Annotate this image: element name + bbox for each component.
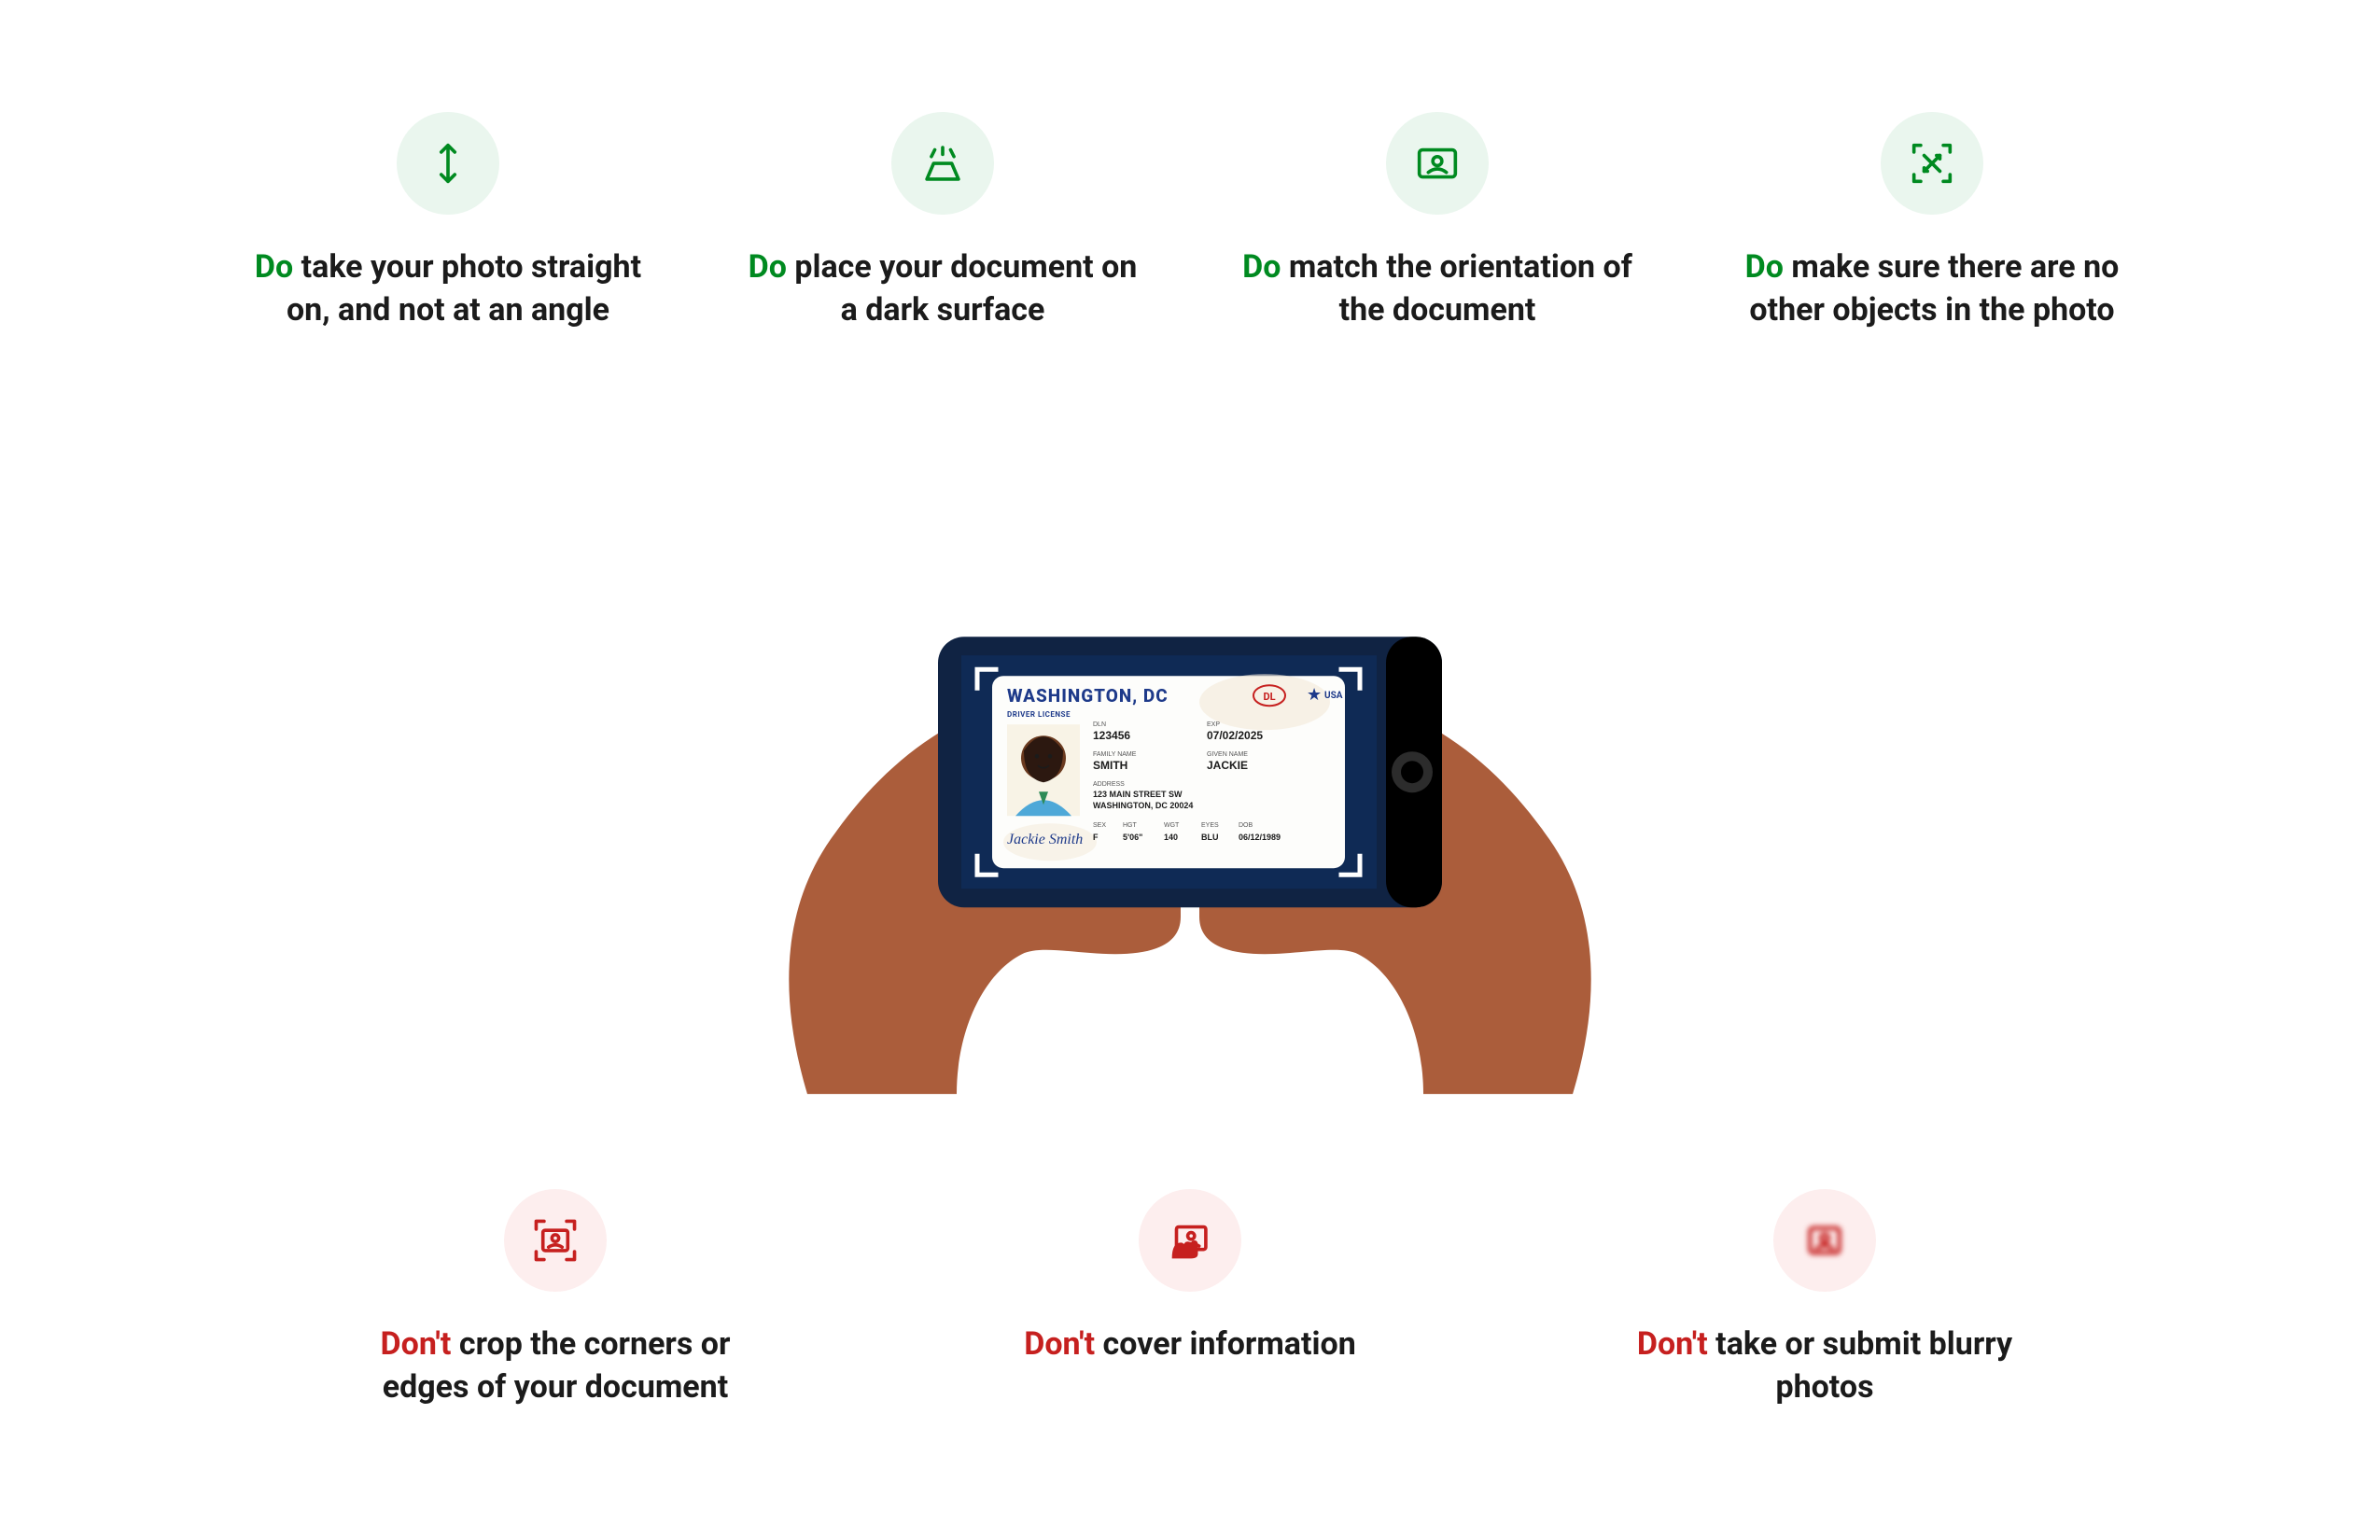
id-eyes: BLU [1201, 833, 1219, 842]
straight-on-icon [397, 112, 499, 215]
phone-icon: WASHINGTON, DC DL ★ USA DRIVER LICENSE [938, 637, 1442, 907]
tip-text: Don't cover information [994, 1323, 1386, 1366]
id-wgt: 140 [1164, 833, 1178, 842]
id-signature: Jackie Smith [1007, 832, 1083, 847]
id-hgt: 5'06" [1123, 833, 1142, 842]
tip-do-straight-on: Do take your photo straight on, and not … [252, 112, 644, 332]
dont-tips-row: Don't crop the corners or edges of your … [0, 1189, 2380, 1409]
tip-do-orientation: Do match the orientation of the document [1241, 112, 1633, 332]
tip-dont-blurry: Don't take or submit blurry photos [1629, 1189, 2021, 1409]
id-sex: F [1093, 833, 1099, 842]
cover-icon [1139, 1189, 1241, 1292]
svg-text:EYES: EYES [1201, 822, 1219, 829]
no-objects-icon [1881, 112, 1983, 215]
svg-text:HGT: HGT [1123, 822, 1138, 829]
tip-do-no-objects: Do make sure there are no other objects … [1736, 112, 2128, 332]
tip-text: Don't take or submit blurry photos [1629, 1323, 2021, 1409]
svg-text:EXP: EXP [1207, 721, 1220, 728]
id-given: JACKIE [1207, 759, 1248, 772]
id-badge: DL [1263, 691, 1275, 703]
tip-text: Don't crop the corners or edges of your … [359, 1323, 751, 1409]
tip-do-dark-surface: Do place your document on a dark surface [747, 112, 1139, 332]
phone-id-illustration: WASHINGTON, DC DL ★ USA DRIVER LICENSE [742, 515, 1638, 1094]
svg-text:SEX: SEX [1093, 822, 1106, 829]
id-addr2: WASHINGTON, DC 20024 [1093, 801, 1193, 810]
tip-dont-crop: Don't crop the corners or edges of your … [359, 1189, 751, 1409]
svg-text:GIVEN NAME: GIVEN NAME [1207, 751, 1248, 758]
tip-text: Do make sure there are no other objects … [1736, 246, 2128, 332]
tip-dont-cover: Don't cover information [994, 1189, 1386, 1409]
id-addr1: 123 MAIN STREET SW [1093, 790, 1183, 799]
dark-surface-icon [891, 112, 994, 215]
do-tips-row: Do take your photo straight on, and not … [0, 112, 2380, 332]
tip-text: Do take your photo straight on, and not … [252, 246, 644, 332]
tip-text: Do match the orientation of the document [1241, 246, 1633, 332]
crop-icon [504, 1189, 607, 1292]
id-dob: 06/12/1989 [1239, 833, 1281, 842]
svg-text:★: ★ [1307, 685, 1322, 705]
id-exp: 07/02/2025 [1207, 729, 1263, 742]
id-country: USA [1324, 691, 1343, 701]
svg-text:WGT: WGT [1164, 822, 1180, 829]
tip-text: Do place your document on a dark surface [747, 246, 1139, 332]
orientation-icon [1386, 112, 1489, 215]
blurry-icon [1773, 1189, 1876, 1292]
svg-text:DOB: DOB [1239, 822, 1253, 829]
